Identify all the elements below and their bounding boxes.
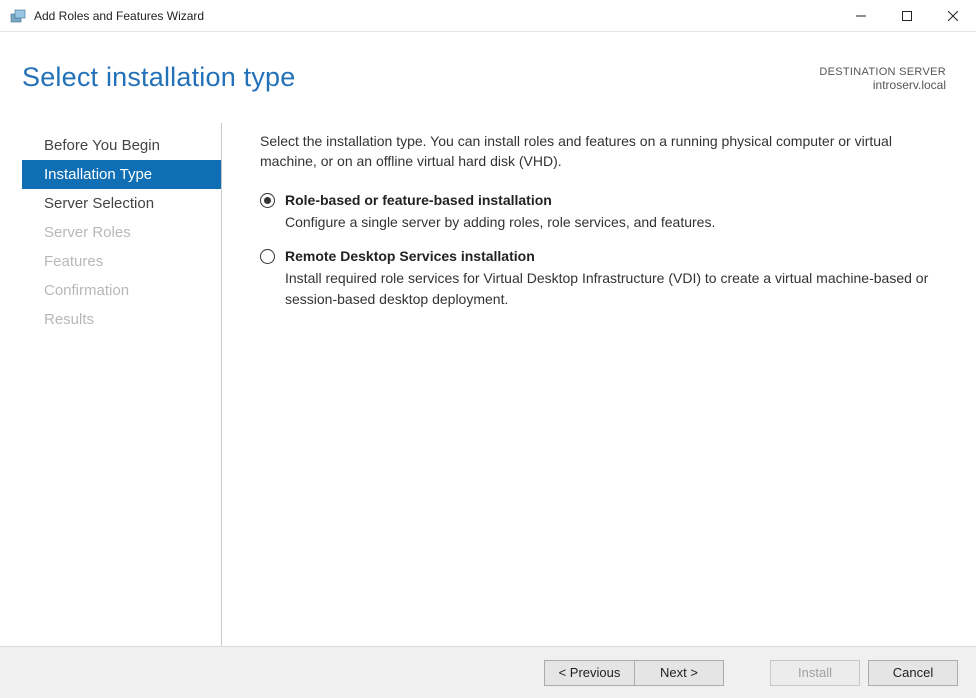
option-role-based[interactable]: Role-based or feature-based installation	[260, 190, 946, 210]
step-features: Features	[22, 247, 221, 276]
page-title: Select installation type	[22, 62, 295, 93]
window-controls	[838, 0, 976, 31]
step-server-selection[interactable]: Server Selection	[22, 189, 221, 218]
destination-server-name: introserv.local	[819, 78, 946, 92]
install-button: Install	[770, 660, 860, 686]
content-pane: Select the installation type. You can in…	[222, 123, 954, 646]
header: Select installation type DESTINATION SER…	[0, 32, 976, 93]
nav-button-group: < Previous Next >	[544, 660, 724, 686]
intro-text: Select the installation type. You can in…	[260, 131, 946, 172]
wizard-body: Before You Begin Installation Type Serve…	[0, 93, 976, 646]
wizard-footer: < Previous Next > Install Cancel	[0, 646, 976, 698]
step-installation-type[interactable]: Installation Type	[22, 160, 221, 189]
cancel-button[interactable]: Cancel	[868, 660, 958, 686]
step-server-roles: Server Roles	[22, 218, 221, 247]
destination-server-block: DESTINATION SERVER introserv.local	[819, 62, 946, 92]
option-role-based-desc: Configure a single server by adding role…	[285, 212, 945, 232]
radio-unselected-icon[interactable]	[260, 249, 275, 264]
titlebar: Add Roles and Features Wizard	[0, 0, 976, 32]
wizard-steps-sidebar: Before You Begin Installation Type Serve…	[22, 123, 222, 646]
destination-server-label: DESTINATION SERVER	[819, 66, 946, 78]
option-rds-title: Remote Desktop Services installation	[285, 246, 535, 266]
window-title: Add Roles and Features Wizard	[34, 9, 838, 23]
option-rds[interactable]: Remote Desktop Services installation	[260, 246, 946, 266]
step-before-you-begin[interactable]: Before You Begin	[22, 131, 221, 160]
next-button[interactable]: Next >	[634, 660, 724, 686]
radio-selected-icon[interactable]	[260, 193, 275, 208]
previous-button[interactable]: < Previous	[544, 660, 634, 686]
step-confirmation: Confirmation	[22, 276, 221, 305]
minimize-button[interactable]	[838, 0, 884, 32]
option-rds-desc: Install required role services for Virtu…	[285, 268, 945, 309]
option-role-based-title: Role-based or feature-based installation	[285, 190, 552, 210]
server-manager-icon	[10, 8, 26, 24]
step-results: Results	[22, 305, 221, 334]
maximize-button[interactable]	[884, 0, 930, 32]
close-button[interactable]	[930, 0, 976, 32]
